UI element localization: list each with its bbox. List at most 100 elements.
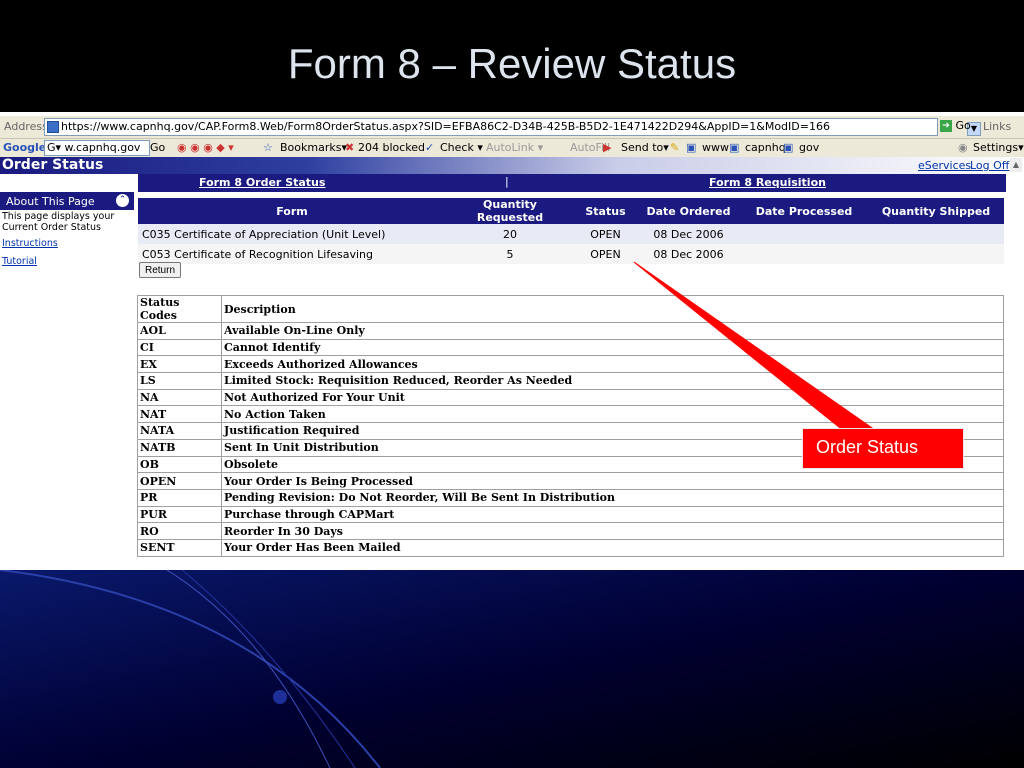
- scrollbar-up-arrow[interactable]: ▲: [1010, 158, 1022, 172]
- collapse-icon[interactable]: ⌃: [116, 194, 129, 207]
- status-description: Available On-Line Only: [221, 322, 1004, 340]
- gov-button[interactable]: gov: [799, 141, 819, 154]
- status-description: Pending Revision: Do Not Reorder, Will B…: [221, 488, 1004, 507]
- tab-form8-requisition[interactable]: Form 8 Requisition: [709, 176, 826, 189]
- page-icon: [47, 121, 59, 133]
- column-header-status-codes: Status Codes: [137, 295, 222, 323]
- eservices-link[interactable]: eServices: [918, 159, 971, 172]
- table-row: OPEN Your Order Is Being Processed: [137, 472, 1004, 490]
- column-header-date-processed: Date Processed: [740, 198, 868, 224]
- go-button[interactable]: ➔ Go: [940, 119, 971, 132]
- status-code: NAT: [137, 405, 222, 424]
- date-processed-cell: [740, 244, 868, 264]
- status-description: Your Order Is Being Processed: [221, 472, 1004, 490]
- log-off-link[interactable]: Log Off: [970, 159, 1009, 172]
- callout-label: Order Status: [816, 437, 919, 457]
- send-to-button[interactable]: Send to▾: [621, 141, 669, 154]
- google-logo: Google: [3, 141, 47, 154]
- toolbar-go-button[interactable]: Go: [150, 141, 165, 154]
- browser-screenshot: Address https://www.capnhq.gov/CAP.Form8…: [0, 112, 1024, 570]
- search-icon: ▣: [686, 141, 697, 154]
- spellcheck-icon: ✓: [425, 141, 435, 154]
- quantity-cell: 5: [446, 244, 574, 264]
- page-title: Order Status: [2, 157, 104, 173]
- address-url: https://www.capnhq.gov/CAP.Form8.Web/For…: [61, 120, 830, 133]
- google-toolbar: Google G▾ w.capnhq.gov Go ◉ ◉ ◉ ◆ ▾ ☆ Bo…: [0, 139, 1024, 158]
- status-code: AOL: [137, 322, 222, 340]
- tutorial-link[interactable]: Tutorial: [2, 256, 37, 267]
- status-code: PUR: [137, 505, 222, 524]
- status-code: NATA: [137, 422, 222, 440]
- nav-tabs: Form 8 Order Status | Form 8 Requisition: [138, 174, 1006, 192]
- column-header-status: Status: [574, 198, 637, 224]
- toolbar-icons[interactable]: ◉ ◉ ◉ ◆ ▾: [177, 141, 234, 154]
- table-row: NA Not Authorized For Your Unit: [137, 388, 1004, 407]
- highlighter-icon: ✎: [670, 141, 680, 154]
- app-header: Order Status eServices Log Off: [0, 157, 1024, 174]
- status-code: LS: [137, 372, 222, 390]
- table-row: SENT Your Order Has Been Mailed: [137, 538, 1004, 557]
- table-row: EX Exceeds Authorized Allowances: [137, 355, 1004, 374]
- status-description: No Action Taken: [221, 405, 1004, 424]
- google-search-input[interactable]: G▾ w.capnhq.gov: [44, 140, 150, 156]
- status-code: SENT: [137, 538, 222, 557]
- settings-icon: ◉: [958, 141, 968, 154]
- www-button[interactable]: www: [702, 141, 729, 154]
- status-code: PR: [137, 488, 222, 507]
- return-button[interactable]: Return: [139, 262, 182, 278]
- tab-separator: |: [505, 175, 509, 188]
- capnhq-button[interactable]: capnhq: [745, 141, 786, 154]
- quantity-cell: 20: [446, 224, 574, 244]
- column-header-date-ordered: Date Ordered: [637, 198, 740, 224]
- form-cell: C035 Certificate of Appreciation (Unit L…: [138, 224, 446, 244]
- bookmarks-button[interactable]: Bookmarks▾: [280, 141, 347, 154]
- about-title: About This Page: [6, 195, 95, 208]
- go-arrow-icon: ➔: [940, 120, 952, 132]
- address-input[interactable]: https://www.capnhq.gov/CAP.Form8.Web/For…: [44, 118, 981, 136]
- status-code: NATB: [137, 438, 222, 457]
- status-codes-header-row: Status Codes Description: [137, 295, 1004, 323]
- orders-header-row: Form Quantity Requested Status Date Orde…: [138, 198, 1004, 224]
- tab-form8-order-status[interactable]: Form 8 Order Status: [199, 176, 325, 189]
- column-header-quantity-shipped: Quantity Shipped: [868, 198, 1004, 224]
- quantity-shipped-cell: [868, 224, 1004, 244]
- status-description: Not Authorized For Your Unit: [221, 388, 1004, 407]
- table-row: LS Limited Stock: Requisition Reduced, Re…: [137, 372, 1004, 390]
- status-description: Limited Stock: Requisition Reduced, Reor…: [221, 372, 1004, 390]
- status-description: Purchase through CAPMart: [221, 505, 1004, 524]
- links-menu[interactable]: Links: [983, 120, 1011, 133]
- autolink-button[interactable]: AutoLink ▾: [486, 141, 543, 154]
- table-row: PUR Purchase through CAPMart: [137, 505, 1004, 524]
- table-row: AOL Available On-Line Only: [137, 322, 1004, 340]
- check-button[interactable]: Check ▾: [440, 141, 483, 154]
- settings-button[interactable]: Settings▾: [973, 141, 1024, 154]
- address-label: Address: [4, 120, 48, 133]
- table-row: PR Pending Revision: Do Not Reorder, Will…: [137, 488, 1004, 507]
- status-code: EX: [137, 355, 222, 374]
- search-icon: ▣: [783, 141, 794, 154]
- go-label: Go: [955, 119, 971, 132]
- instructions-link[interactable]: Instructions: [2, 238, 58, 249]
- slide-title: Form 8 – Review Status: [287, 40, 737, 87]
- orders-table: Form Quantity Requested Status Date Orde…: [138, 198, 1004, 264]
- status-cell: OPEN: [574, 244, 637, 264]
- column-header-quantity-requested: Quantity Requested: [446, 198, 574, 224]
- table-row: C035 Certificate of Appreciation (Unit L…: [138, 224, 1004, 244]
- status-code: OB: [137, 455, 222, 474]
- blocked-button[interactable]: 204 blocked: [358, 141, 425, 154]
- status-description: Exceeds Authorized Allowances: [221, 355, 1004, 374]
- about-description: This page displays your Current Order St…: [2, 211, 115, 233]
- about-this-page-header[interactable]: About This Page ⌃: [0, 192, 134, 210]
- star-icon: ☆: [263, 141, 273, 154]
- column-header-form: Form: [138, 198, 446, 224]
- table-row: NAT No Action Taken: [137, 405, 1004, 424]
- search-icon: ▣: [729, 141, 740, 154]
- status-description: Cannot Identify: [221, 338, 1004, 357]
- status-description: Reorder In 30 Days: [221, 522, 1004, 540]
- status-code: RO: [137, 522, 222, 540]
- background-decoration: [0, 560, 1024, 768]
- status-code: NA: [137, 388, 222, 407]
- table-row: RO Reorder In 30 Days: [137, 522, 1004, 540]
- status-code: CI: [137, 338, 222, 357]
- table-row: C053 Certificate of Recognition Lifesavi…: [138, 244, 1004, 264]
